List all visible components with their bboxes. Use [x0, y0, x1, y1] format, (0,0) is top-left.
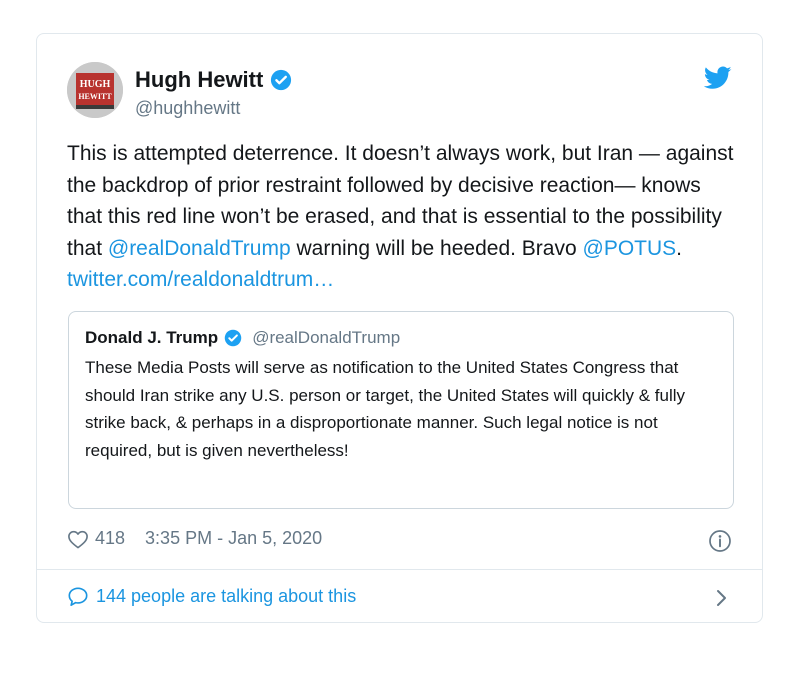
author-name-row[interactable]: Hugh Hewitt	[135, 67, 292, 93]
quoted-tweet[interactable]: Donald J. Trump @realDonaldTrump These M…	[68, 311, 734, 509]
tweet-text-part-2: warning will be heeded. Bravo	[290, 236, 583, 260]
like-count[interactable]: 418	[95, 528, 125, 549]
quoted-tweet-header: Donald J. Trump @realDonaldTrump	[85, 328, 400, 348]
chevron-right-icon[interactable]	[714, 589, 728, 607]
conversation-label[interactable]: 144 people are talking about this	[96, 586, 356, 607]
tweet-text: This is attempted deterrence. It doesn’t…	[67, 138, 737, 296]
tweet-meta-row: 418 3:35 PM - Jan 5, 2020	[67, 528, 322, 549]
quoted-tweet-url-link[interactable]: twitter.com/realdonaldtrum…	[67, 268, 334, 291]
avatar-logo-text-top: HUGH	[80, 79, 111, 90]
conversation-link[interactable]: 144 people are talking about this	[67, 586, 356, 607]
tweet-text-part-3: .	[676, 236, 683, 260]
avatar-logo-text-bottom: HEWITT	[78, 92, 112, 101]
author-handle[interactable]: @hughhewitt	[135, 98, 240, 119]
author-display-name[interactable]: Hugh Hewitt	[135, 67, 263, 93]
tweet-card[interactable]: HUGH HEWITT Hugh Hewitt @hughhewitt This…	[36, 33, 763, 623]
heart-icon[interactable]	[67, 529, 89, 549]
quoted-author-name: Donald J. Trump	[85, 328, 219, 347]
avatar-logo-image: HUGH HEWITT	[67, 62, 123, 118]
mention-link-realdonaldtrump[interactable]: @realDonaldTrump	[108, 237, 291, 260]
tweet-timestamp[interactable]: 3:35 PM - Jan 5, 2020	[145, 528, 322, 549]
verified-badge-icon	[271, 69, 292, 91]
verified-badge-icon	[224, 329, 242, 347]
info-icon[interactable]	[708, 529, 732, 553]
speech-bubble-icon	[68, 587, 88, 606]
mention-link-potus[interactable]: @POTUS	[583, 237, 677, 260]
author-avatar[interactable]: HUGH HEWITT	[67, 62, 123, 118]
quoted-author-handle: @realDonaldTrump	[252, 328, 401, 347]
quoted-tweet-text: These Media Posts will serve as notifica…	[85, 358, 685, 460]
divider	[37, 569, 762, 570]
twitter-bird-icon[interactable]	[704, 66, 732, 90]
